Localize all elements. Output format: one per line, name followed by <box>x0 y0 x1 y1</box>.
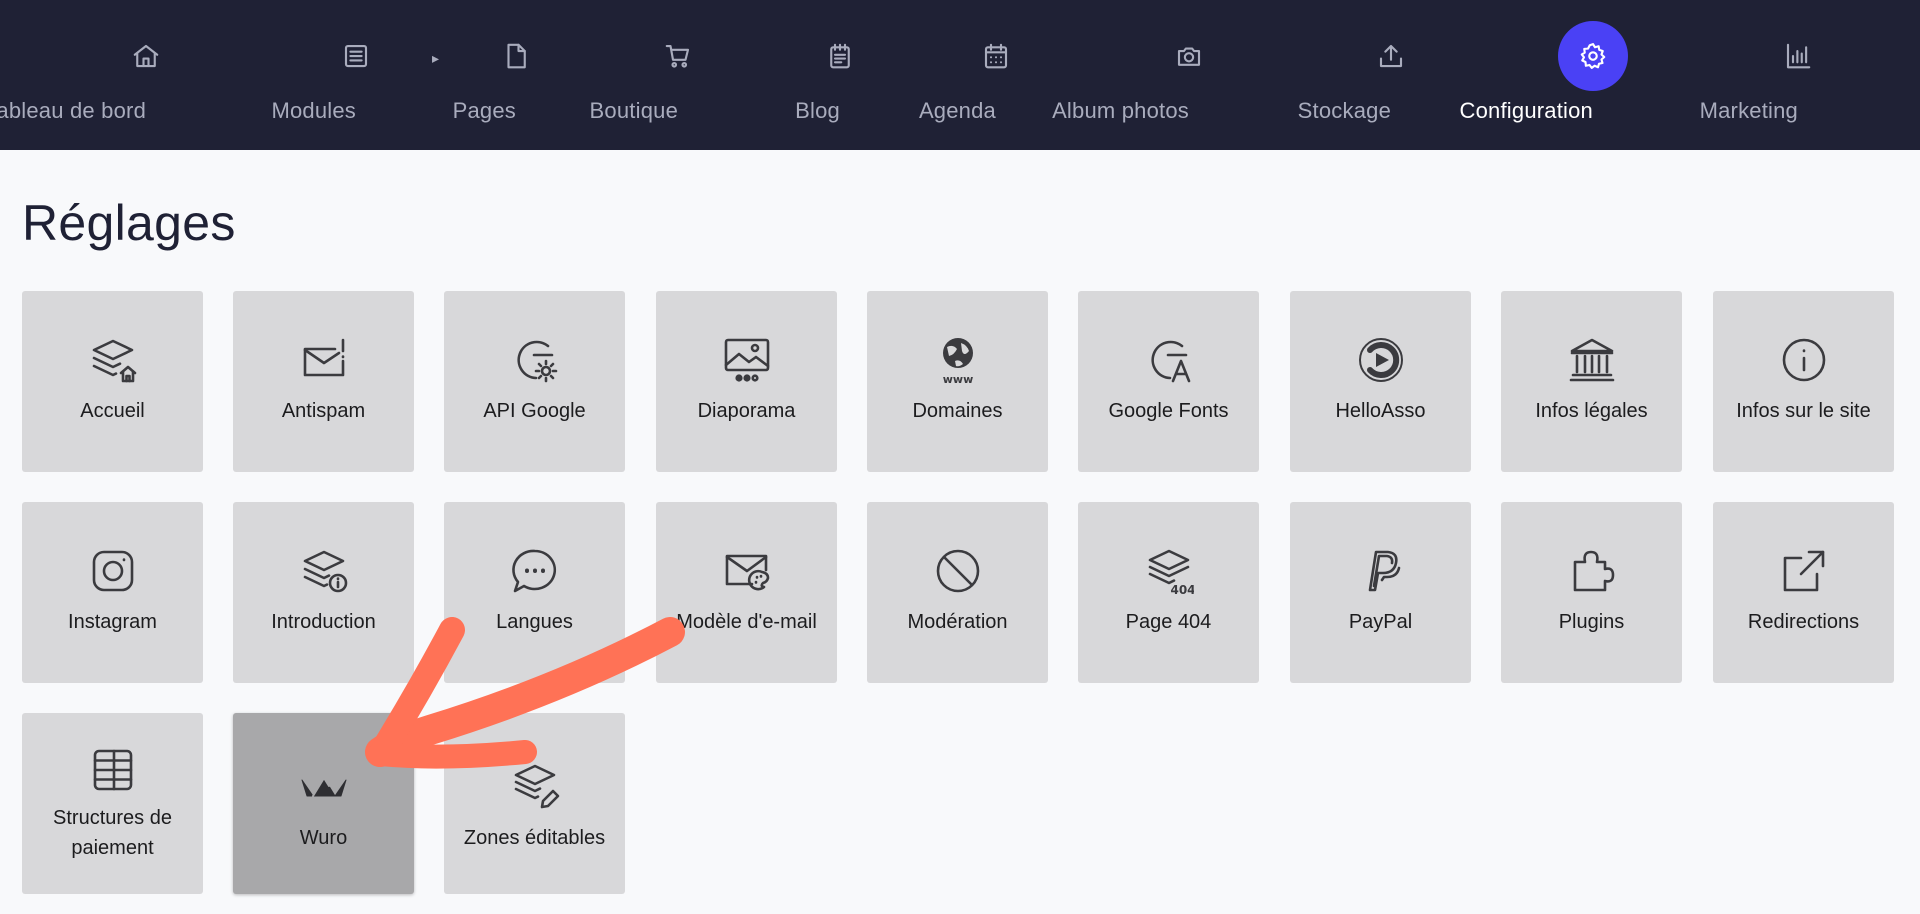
home-icon <box>124 34 168 78</box>
puzzle-icon <box>1567 546 1617 596</box>
tile-infos-legales[interactable]: Infos légales <box>1501 291 1682 472</box>
tile-label: Redirections <box>1747 611 1860 633</box>
tile-label: Langues <box>496 611 573 633</box>
upload-icon <box>1369 34 1413 78</box>
tile-label: HelloAsso <box>1335 400 1426 422</box>
tile-label: Instagram <box>68 611 157 633</box>
external-link-icon <box>1779 546 1829 596</box>
tile-label: Domaines <box>912 400 1003 422</box>
layers-404-icon: 404 <box>1144 546 1194 596</box>
helloasso-icon <box>1356 335 1406 385</box>
ban-icon <box>933 546 983 596</box>
www-badge: www <box>943 373 974 385</box>
tile-label: Antispam <box>281 400 366 422</box>
bank-icon <box>1567 335 1617 385</box>
tile-label: Infos légales <box>1535 400 1648 422</box>
slideshow-icon <box>722 335 772 385</box>
tile-label: PayPal <box>1348 611 1413 633</box>
nav-label: Pages <box>452 98 517 123</box>
bar-chart-icon <box>1776 34 1820 78</box>
tile-label: Google Fonts <box>1108 400 1229 422</box>
tile-label: Plugins <box>1558 611 1625 633</box>
tile-zones-editables[interactable]: Zones éditables <box>444 713 625 894</box>
file-icon <box>494 34 538 78</box>
tile-infos-sur-le-site[interactable]: Infos sur le site <box>1713 291 1894 472</box>
nav-label: Blog <box>795 98 840 123</box>
tile-label: Diaporama <box>697 400 796 422</box>
tile-page-404[interactable]: 404 Page 404 <box>1078 502 1259 683</box>
tile-accueil[interactable]: Accueil <box>22 291 203 472</box>
nav-label: Album photos <box>1052 98 1189 123</box>
nav-label: Agenda <box>918 98 996 123</box>
chat-bubble-icon <box>510 546 560 596</box>
top-navigation: Tableau de bord Modules ▸ Pages Boutique… <box>0 0 1920 150</box>
tile-structures-de-paiement[interactable]: Structures de paiement <box>22 713 203 894</box>
database-icon <box>88 745 138 795</box>
globe-www-icon: www <box>933 335 983 385</box>
tile-label: Structures de paiement <box>53 807 172 859</box>
cart-icon <box>656 34 700 78</box>
404-badge: 404 <box>1170 583 1194 596</box>
nav-label: Modules <box>271 98 356 123</box>
list-icon <box>334 34 378 78</box>
tile-label: Modèle d'e-mail <box>676 611 817 633</box>
notepad-icon <box>818 34 862 78</box>
gear-icon <box>1558 21 1628 91</box>
tile-diaporama[interactable]: Diaporama <box>656 291 837 472</box>
camera-icon <box>1167 34 1211 78</box>
tile-label: Page 404 <box>1125 611 1212 633</box>
tile-label: Introduction <box>271 611 376 633</box>
tile-label: API Google <box>483 400 586 422</box>
tile-modele-email[interactable]: Modèle d'e-mail <box>656 502 837 683</box>
instagram-icon <box>88 546 138 596</box>
nav-label: Configuration <box>1459 98 1593 123</box>
mail-alert-icon <box>299 335 349 385</box>
tile-paypal[interactable]: PayPal <box>1290 502 1471 683</box>
layers-edit-icon <box>510 761 560 811</box>
layers-info-icon <box>299 546 349 596</box>
tile-google-fonts[interactable]: Google Fonts <box>1078 291 1259 472</box>
tile-label: Infos sur le site <box>1736 400 1871 422</box>
nav-label: Stockage <box>1297 98 1392 123</box>
tile-instagram[interactable]: Instagram <box>22 502 203 683</box>
tile-plugins[interactable]: Plugins <box>1501 502 1682 683</box>
layers-home-icon <box>88 335 138 385</box>
tile-redirections[interactable]: Redirections <box>1713 502 1894 683</box>
tile-helloasso[interactable]: HelloAsso <box>1290 291 1471 472</box>
tile-antispam[interactable]: Antispam <box>233 291 414 472</box>
tile-langues[interactable]: Langues <box>444 502 625 683</box>
calendar-icon <box>974 34 1018 78</box>
paypal-icon <box>1356 546 1406 596</box>
nav-label: Tableau de bord <box>0 98 147 123</box>
wuro-logo-icon <box>299 761 349 811</box>
nav-separator: ▸ <box>432 50 440 66</box>
tile-label: Accueil <box>80 400 145 422</box>
tile-label: Modération <box>907 611 1008 633</box>
tile-label: Wuro <box>299 827 348 849</box>
tile-label: Zones éditables <box>463 827 606 849</box>
google-gear-icon <box>510 335 560 385</box>
tile-api-google[interactable]: API Google <box>444 291 625 472</box>
mail-palette-icon <box>722 546 772 596</box>
tile-introduction[interactable]: Introduction <box>233 502 414 683</box>
google-font-icon <box>1144 335 1194 385</box>
info-circle-icon <box>1779 335 1829 385</box>
tile-wuro[interactable]: Wuro <box>233 713 414 894</box>
tile-domaines[interactable]: www Domaines <box>867 291 1048 472</box>
nav-label: Marketing <box>1699 98 1798 123</box>
nav-label: Boutique <box>589 98 679 123</box>
tile-moderation[interactable]: Modération <box>867 502 1048 683</box>
page-title: Réglages <box>22 195 236 251</box>
